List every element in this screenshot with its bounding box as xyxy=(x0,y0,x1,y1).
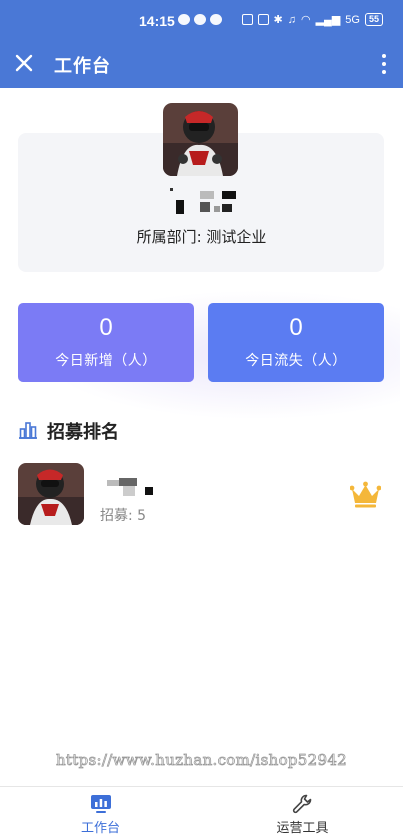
stat-new-value: 0 xyxy=(99,314,113,341)
user-avatar[interactable] xyxy=(163,103,238,176)
stat-new-today[interactable]: 0 今日新增（人） xyxy=(18,303,194,382)
ranking-title: 招募排名 xyxy=(47,422,119,443)
nfc-icon xyxy=(241,14,253,25)
dashboard-icon xyxy=(90,795,111,813)
message-icon xyxy=(210,14,222,25)
nav-item-workbench[interactable]: 工作台 xyxy=(0,787,201,839)
status-time: 14:15 xyxy=(139,13,175,29)
bottom-nav: 工作台 运营工具 xyxy=(0,786,403,839)
more-options-button[interactable] xyxy=(379,52,389,76)
close-icon xyxy=(15,54,33,72)
app-notification-icon xyxy=(194,14,206,25)
rank-name-blurred xyxy=(107,478,157,498)
stat-lost-label: 今日流失（人） xyxy=(245,353,347,369)
status-notification-icons xyxy=(178,14,222,25)
watermark-text: https://www.huzhan.com/ishop52942 xyxy=(55,751,348,770)
stat-lost-today[interactable]: 0 今日流失（人） xyxy=(208,303,384,382)
status-bar: 14:15 ✱ ♫ ◠ ▂▄▆ 5G 55 xyxy=(0,0,403,40)
wifi-icon: ◠ xyxy=(300,14,311,26)
avatar xyxy=(18,463,84,525)
close-button[interactable] xyxy=(12,51,36,75)
stat-new-label: 今日新增（人） xyxy=(55,353,157,369)
nav-label-workbench: 工作台 xyxy=(80,821,120,836)
crown-icon xyxy=(350,481,381,508)
mute-icon: ♫ xyxy=(287,13,296,26)
rank-count: 招募: 5 xyxy=(100,508,147,524)
bluetooth-icon: ✱ xyxy=(273,14,283,26)
nav-item-tools[interactable]: 运营工具 xyxy=(202,787,403,839)
nav-label-tools: 运营工具 xyxy=(276,821,329,836)
status-indicators: ✱ ♫ ◠ ▂▄▆ 5G 55 xyxy=(241,13,383,26)
signal-5g-label: 5G xyxy=(345,13,360,26)
app-bar: 工作台 xyxy=(0,40,403,88)
stat-lost-value: 0 xyxy=(289,314,303,341)
more-vertical-icon xyxy=(379,54,389,74)
signal-icon: ▂▄▆ xyxy=(315,14,341,26)
wechat-icon xyxy=(178,14,190,25)
department-text: 所属部门: 测试企业 xyxy=(136,228,267,246)
user-name-blurred xyxy=(170,188,240,218)
wrench-icon xyxy=(292,794,311,814)
page-title: 工作台 xyxy=(54,56,111,77)
bar-chart-icon xyxy=(19,422,37,439)
vibrate-icon xyxy=(257,14,269,25)
battery-icon: 55 xyxy=(364,13,383,26)
